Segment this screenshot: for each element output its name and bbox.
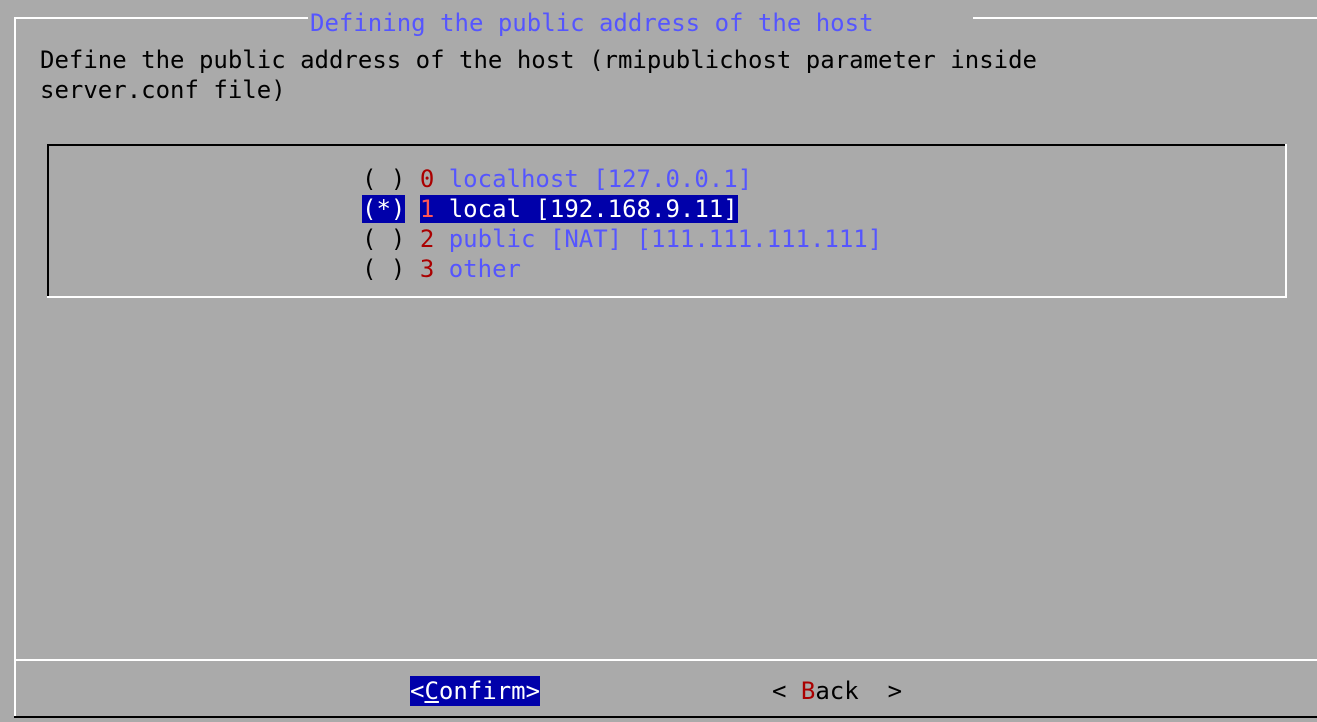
option-tag: 1: [419, 195, 435, 223]
option-label: public [NAT] [111.111.111.111]: [448, 225, 883, 253]
back-label-rest: ack: [815, 677, 859, 705]
back-button[interactable]: < Back >: [772, 676, 902, 706]
dialog-border-top-left: [14, 17, 308, 19]
option-tag: 2: [419, 225, 435, 253]
listbox-border-top: [47, 144, 1287, 146]
radio-indicator[interactable]: (*): [362, 195, 406, 223]
option-local[interactable]: (*) 1 local [192.168.9.11]: [362, 194, 738, 224]
listbox-border-left: [47, 144, 49, 298]
prompt-line-2: server.conf file): [40, 76, 286, 104]
back-bracket-close: >: [858, 677, 903, 705]
dialog-border-bottom: [14, 716, 1317, 718]
option-localhost[interactable]: ( ) 0 localhost [127.0.0.1]: [362, 164, 752, 194]
option-public-nat[interactable]: ( ) 2 public [NAT] [111.111.111.111]: [362, 224, 882, 254]
option-tag: 0: [419, 165, 435, 193]
dialog-border-top-right: [973, 17, 1317, 19]
confirm-bracket-close: >: [525, 677, 541, 705]
prompt-line-1: Define the public address of the host (r…: [40, 46, 1037, 74]
back-hotkey: B: [800, 677, 816, 705]
dialog-prompt: Define the public address of the host (r…: [40, 45, 1037, 105]
option-other[interactable]: ( ) 3 other: [362, 254, 521, 284]
radio-indicator[interactable]: ( ): [362, 165, 405, 193]
option-label: localhost [127.0.0.1]: [448, 165, 753, 193]
dialog-title: Defining the public address of the host: [310, 9, 874, 37]
listbox-border-right: [1285, 144, 1287, 298]
confirm-bracket-open: <: [410, 677, 425, 705]
confirm-label-rest: onfirm: [438, 677, 526, 705]
confirm-hotkey: C: [424, 677, 439, 705]
option-tag: 3: [419, 255, 435, 283]
option-label: other: [448, 255, 521, 283]
dialog-border-left: [14, 17, 16, 717]
option-label: local [192.168.9.11]: [448, 195, 738, 223]
radio-indicator[interactable]: ( ): [362, 255, 405, 283]
listbox-border-bottom: [47, 296, 1287, 298]
radio-indicator[interactable]: ( ): [362, 225, 405, 253]
back-bracket-open: <: [772, 677, 801, 705]
button-area-separator: [16, 659, 1317, 661]
confirm-button[interactable]: <Confirm>: [410, 676, 541, 706]
